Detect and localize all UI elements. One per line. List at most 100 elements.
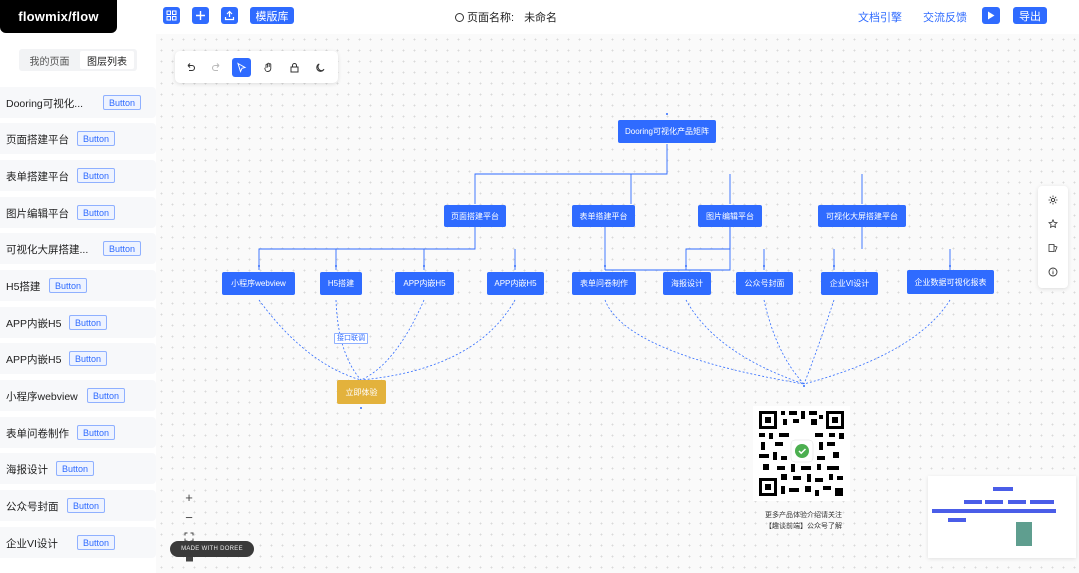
canvas-toolbar	[175, 51, 338, 83]
app-logo[interactable]: flowmix/flow	[0, 0, 117, 33]
node-app-h5[interactable]: APP内嵌H5	[487, 272, 544, 295]
layer-item[interactable]: Dooring可视化... Button	[0, 87, 156, 118]
flow-canvas[interactable]: Dooring可视化产品矩阵 页面搭建平台 表单搭建平台 图片编辑平台 可视化大…	[156, 34, 1079, 573]
layer-item-label: 海报设计	[6, 464, 48, 476]
hand-icon[interactable]	[259, 58, 278, 77]
layer-item[interactable]: 公众号封面 Button	[0, 490, 156, 521]
export-button[interactable]: 导出	[1013, 7, 1047, 24]
node-root[interactable]: Dooring可视化产品矩阵	[618, 120, 716, 143]
edge-to-qr	[763, 299, 805, 385]
grid-icon[interactable]	[163, 7, 180, 24]
node-start[interactable]: 立即体验	[337, 380, 386, 404]
layer-item[interactable]: APP内嵌H5 Button	[0, 307, 156, 338]
sun-icon[interactable]	[1046, 195, 1060, 209]
preview-button[interactable]	[982, 7, 1000, 24]
made-with-badge[interactable]: MADE WITH DOREE	[170, 541, 254, 557]
redo-icon[interactable]	[207, 58, 226, 77]
layer-item-button[interactable]: Button	[77, 205, 116, 220]
zoom-controls: + −	[176, 489, 202, 569]
minimap-node	[932, 509, 1056, 513]
sidebar-tabs: 我的页面 图层列表	[19, 49, 137, 71]
zoom-out-icon[interactable]: −	[180, 509, 198, 527]
node-survey[interactable]: 表单问卷制作	[572, 272, 636, 295]
page-name-label: 页面名称:	[467, 12, 515, 24]
docs-link[interactable]: 文档引擎	[858, 9, 902, 25]
tab-layer-list[interactable]: 图层列表	[80, 51, 134, 69]
layer-item-button[interactable]: Button	[77, 535, 116, 550]
theme-icon[interactable]	[1046, 243, 1060, 257]
layer-item[interactable]: 海报设计 Button	[0, 453, 156, 484]
node-vi[interactable]: 企业VI设计	[821, 272, 878, 295]
zoom-in-icon[interactable]: +	[180, 489, 198, 507]
node-app-h5[interactable]: APP内嵌H5	[395, 272, 454, 295]
layer-item[interactable]: 页面搭建平台 Button	[0, 123, 156, 154]
minimap-node	[1030, 500, 1054, 504]
layer-item[interactable]: 小程序webview Button	[0, 380, 156, 411]
layer-item-label: 表单问卷制作	[6, 428, 69, 440]
minimap-node	[964, 500, 982, 504]
layer-item[interactable]: APP内嵌H5 Button	[0, 343, 156, 374]
edge-image-children	[685, 227, 835, 270]
layer-item[interactable]: 表单问卷制作 Button	[0, 417, 156, 448]
play-icon	[988, 11, 995, 20]
page-name-value[interactable]: 未命名	[524, 12, 557, 24]
layer-item-label: APP内嵌H5	[6, 318, 62, 330]
qr-caption: 更多产品体验介绍请关注 【趣谈前端】公众号了解	[741, 510, 866, 532]
node-miniapp[interactable]: 小程序webview	[222, 272, 295, 295]
layer-item-button[interactable]: Button	[67, 498, 106, 513]
moon-icon[interactable]	[311, 58, 330, 77]
layer-item[interactable]: 可视化大屏搭建... Button	[0, 233, 156, 264]
edge-label: 接口联调	[334, 333, 368, 344]
layer-item[interactable]: 企业VI设计 Button	[0, 527, 156, 558]
node-cover[interactable]: 公众号封面	[736, 272, 793, 295]
layer-item-label: Dooring可视化...	[6, 98, 84, 110]
layer-item-button[interactable]: Button	[69, 351, 108, 366]
layer-item-button[interactable]: Button	[77, 131, 116, 146]
edge-to-start	[360, 299, 425, 381]
star-icon[interactable]	[1046, 218, 1060, 233]
top-bar: flowmix/flow 模版库 页面名称: 未命名 文档引擎 交流反馈 导出	[0, 0, 1079, 34]
tab-my-pages[interactable]: 我的页面	[22, 51, 77, 69]
layer-item-label: 公众号封面	[6, 501, 59, 513]
layer-item-button[interactable]: Button	[77, 425, 116, 440]
undo-icon[interactable]	[181, 58, 200, 77]
edge-root-branches	[474, 144, 863, 204]
layer-item-button[interactable]: Button	[56, 461, 95, 476]
node-report[interactable]: 企业数据可视化报表	[907, 270, 994, 294]
layer-item-label: 企业VI设计	[6, 538, 58, 550]
minimap[interactable]	[928, 476, 1076, 558]
layer-item[interactable]: H5搭建 Button	[0, 270, 156, 301]
node-page[interactable]: 页面搭建平台	[444, 205, 506, 227]
layer-item-label: 可视化大屏搭建...	[6, 244, 89, 256]
circle-icon	[455, 13, 464, 22]
node-h5[interactable]: H5搭建	[320, 272, 362, 295]
node-poster[interactable]: 海报设计	[663, 272, 711, 295]
minimap-node	[993, 487, 1013, 491]
edge-to-qr	[803, 299, 951, 385]
layer-item-button[interactable]: Button	[103, 241, 142, 256]
layer-item-label: 表单搭建平台	[6, 171, 69, 183]
lock-icon[interactable]	[285, 58, 304, 77]
edge-to-qr	[803, 299, 835, 385]
upload-icon[interactable]	[221, 7, 238, 24]
edge-image-branch	[605, 227, 731, 271]
node-image[interactable]: 图片编辑平台	[698, 205, 762, 227]
minimap-node	[948, 518, 966, 522]
template-library-button[interactable]: 模版库	[250, 7, 294, 24]
node-form[interactable]: 表单搭建平台	[572, 205, 635, 227]
layer-item-button[interactable]: Button	[49, 278, 88, 293]
feedback-link[interactable]: 交流反馈	[923, 9, 967, 25]
pointer-icon[interactable]	[232, 58, 251, 77]
layer-item[interactable]: 表单搭建平台 Button	[0, 160, 156, 191]
right-toolbar	[1038, 186, 1068, 288]
layer-item-button[interactable]: Button	[69, 315, 108, 330]
layer-item-button[interactable]: Button	[103, 95, 142, 110]
qr-caption-line: 【趣谈前端】公众号了解	[765, 523, 842, 530]
info-icon[interactable]	[1046, 267, 1060, 281]
layer-item-button[interactable]: Button	[87, 388, 126, 403]
layer-item[interactable]: 图片编辑平台 Button	[0, 197, 156, 228]
node-screen[interactable]: 可视化大屏搭建平台	[818, 205, 906, 227]
add-icon[interactable]	[192, 7, 209, 24]
layer-item-button[interactable]: Button	[77, 168, 116, 183]
layer-sidebar: 我的页面 图层列表 Dooring可视化... Button 页面搭建平台 Bu…	[0, 34, 156, 573]
